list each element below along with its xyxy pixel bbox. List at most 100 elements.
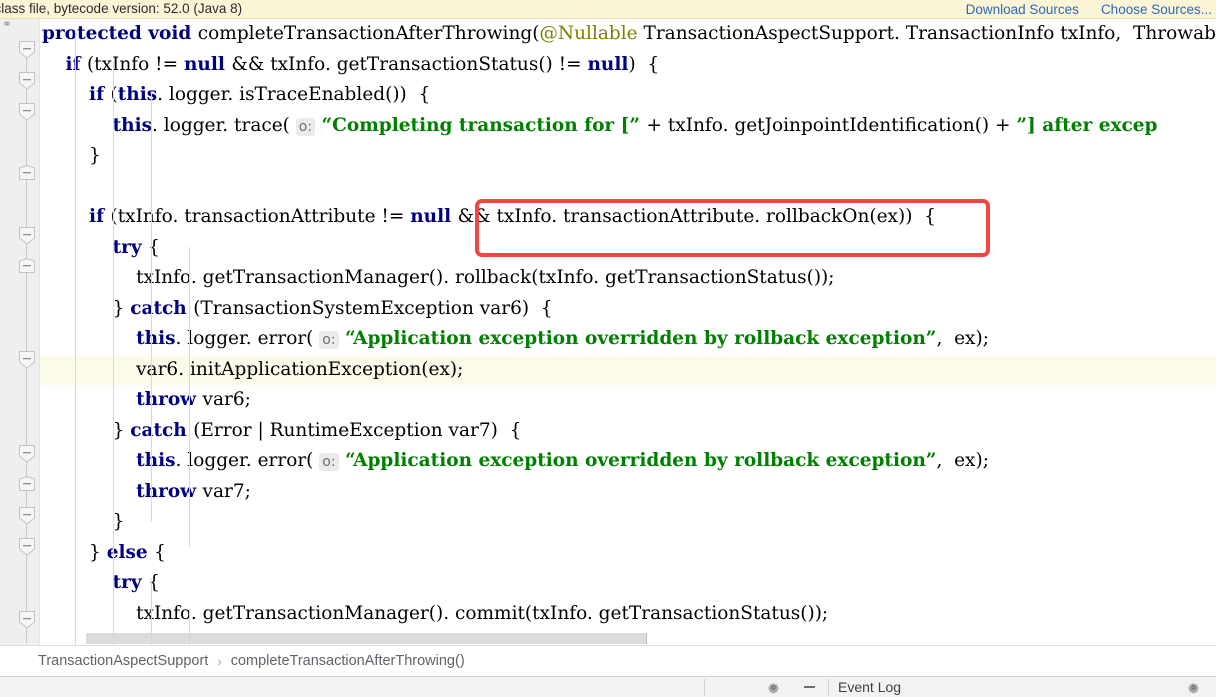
fold-minus-icon[interactable] <box>19 476 35 494</box>
code-token-plain: ) { <box>628 53 660 75</box>
fold-minus-icon[interactable] <box>19 445 35 463</box>
editor-horizontal-scrollbar-thumb[interactable] <box>86 633 647 644</box>
code-text-area[interactable]: protected void completeTransactionAfterT… <box>40 19 1216 645</box>
code-line[interactable]: try { <box>40 568 1216 599</box>
fold-minus-icon[interactable] <box>19 351 35 369</box>
indent-guide <box>151 92 152 522</box>
fold-minus-icon[interactable] <box>19 538 35 556</box>
code-token-plain: { <box>154 541 166 563</box>
code-editor[interactable]: ⚭ protected void completeTransactionAfte… <box>0 19 1216 645</box>
indent-guide <box>113 61 114 645</box>
code-token-plain: + txInfo. getJoinpointIdentification() + <box>646 114 1017 136</box>
breadcrumb-item[interactable]: TransactionAspectSupport <box>38 653 208 669</box>
code-token-plain: . logger. trace( <box>152 114 296 136</box>
code-token-plain: TransactionAspectSupport. TransactionInf… <box>643 23 1216 44</box>
code-token-ann: @Nullable <box>539 23 644 44</box>
indent-guide <box>151 579 152 645</box>
code-token-kw: if <box>89 84 111 105</box>
code-token-kw: if <box>89 206 111 227</box>
breadcrumb-separator: › <box>217 653 222 669</box>
code-token-kw: null <box>410 206 458 227</box>
code-line[interactable]: try { <box>40 233 1216 264</box>
code-line[interactable]: } <box>40 141 1216 172</box>
code-line[interactable] <box>40 172 1216 203</box>
code-line[interactable]: txInfo. getTransactionManager(). commit(… <box>40 599 1216 630</box>
code-token-kw: if <box>65 53 87 75</box>
code-token-kw: this <box>112 114 153 136</box>
choose-sources-link[interactable]: Choose Sources... <box>1101 1 1212 19</box>
code-line[interactable]: } catch (Error | RuntimeException var7) … <box>40 416 1216 447</box>
status-bar-divider <box>704 679 705 696</box>
code-token-kw: try <box>112 572 149 593</box>
fold-minus-icon[interactable] <box>19 103 35 121</box>
code-line[interactable]: if (this. logger. isTraceEnabled()) { <box>40 80 1216 111</box>
status-bar-divider-2 <box>828 679 829 696</box>
breadcrumb-item[interactable]: completeTransactionAfterThrowing() <box>231 653 465 669</box>
code-token-plain: (TransactionSystemException var6) { <box>193 297 553 319</box>
code-token-kw: protected void <box>42 23 198 44</box>
fold-minus-icon[interactable] <box>19 507 35 525</box>
code-token-plain: (txInfo. transactionAttribute != <box>110 206 411 227</box>
code-line[interactable]: var6. initApplicationException(ex); <box>40 354 1216 385</box>
code-line[interactable]: } catch (TransactionSystemException var6… <box>40 294 1216 325</box>
code-line[interactable]: protected void completeTransactionAfterT… <box>40 19 1216 50</box>
gear-icon[interactable] <box>764 678 782 696</box>
fold-minus-icon[interactable] <box>19 41 35 59</box>
code-line[interactable]: } <box>40 507 1216 538</box>
download-sources-link[interactable]: Download Sources <box>966 1 1079 19</box>
code-token-plain: { <box>148 572 160 593</box>
editor-horizontal-scrollbar[interactable] <box>40 632 1216 645</box>
code-token-plain: } <box>112 297 131 319</box>
code-token-str: “Completing transaction for [” <box>315 114 647 136</box>
code-token-plain: var7; <box>202 480 251 502</box>
code-line[interactable]: this. logger. error( o: “Application exc… <box>40 446 1216 477</box>
tool-window-controls-left <box>764 677 818 697</box>
code-line[interactable]: txInfo. getTransactionManager(). rollbac… <box>40 263 1216 294</box>
tool-window-controls-right <box>1184 677 1202 697</box>
code-token-kw: try <box>112 236 149 258</box>
indent-guide <box>75 31 76 645</box>
code-line[interactable]: throw var7; <box>40 477 1216 508</box>
fold-minus-icon[interactable] <box>19 258 35 276</box>
indent-guide <box>189 247 190 547</box>
code-token-hint: o: <box>319 331 339 349</box>
ide-window: ed .class file, bytecode version: 52.0 (… <box>0 0 1216 697</box>
code-token-plain: && txInfo. getTransactionStatus() != <box>231 53 588 75</box>
event-log-toolwindow-button[interactable]: Event Log <box>838 677 901 697</box>
code-token-plain: , ex); <box>936 450 989 471</box>
code-token-plain: , ex); <box>936 328 989 349</box>
gear-icon-right[interactable] <box>1184 678 1202 696</box>
gutter-marker-icon[interactable]: ⚭ <box>2 19 13 30</box>
code-line[interactable]: this. logger. trace( o: “Completing tran… <box>40 111 1216 142</box>
code-line[interactable]: this. logger. error( o: “Application exc… <box>40 324 1216 355</box>
code-token-kw: null <box>587 53 629 75</box>
code-token-kw: throw <box>136 480 203 502</box>
fold-minus-icon[interactable] <box>19 611 35 629</box>
code-token-plain: ( <box>110 84 118 105</box>
code-token-plain: var6. initApplicationException(ex); <box>136 358 464 380</box>
code-token-kw: throw <box>136 389 203 410</box>
breadcrumb[interactable]: TransactionAspectSupport › completeTransac… <box>0 645 1216 676</box>
fold-minus-icon[interactable] <box>19 227 35 245</box>
code-token-plain: } <box>89 541 107 563</box>
code-token-str: “Application exception overridden by rol… <box>338 450 937 471</box>
code-line[interactable]: } else { <box>40 538 1216 569</box>
event-log-label: Event Log <box>838 679 902 695</box>
minimize-icon[interactable] <box>800 678 818 696</box>
fold-minus-icon[interactable] <box>19 72 35 90</box>
code-line[interactable]: if (txInfo != null && txInfo. getTransac… <box>40 50 1216 81</box>
code-line[interactable]: throw var6; <box>40 385 1216 416</box>
code-line[interactable]: if (txInfo. transactionAttribute != null… <box>40 202 1216 233</box>
code-token-hint: o: <box>295 117 316 136</box>
fold-minus-icon[interactable] <box>19 165 35 183</box>
indent-guide <box>189 609 190 645</box>
code-token-str: ”] after excep <box>1016 114 1158 136</box>
